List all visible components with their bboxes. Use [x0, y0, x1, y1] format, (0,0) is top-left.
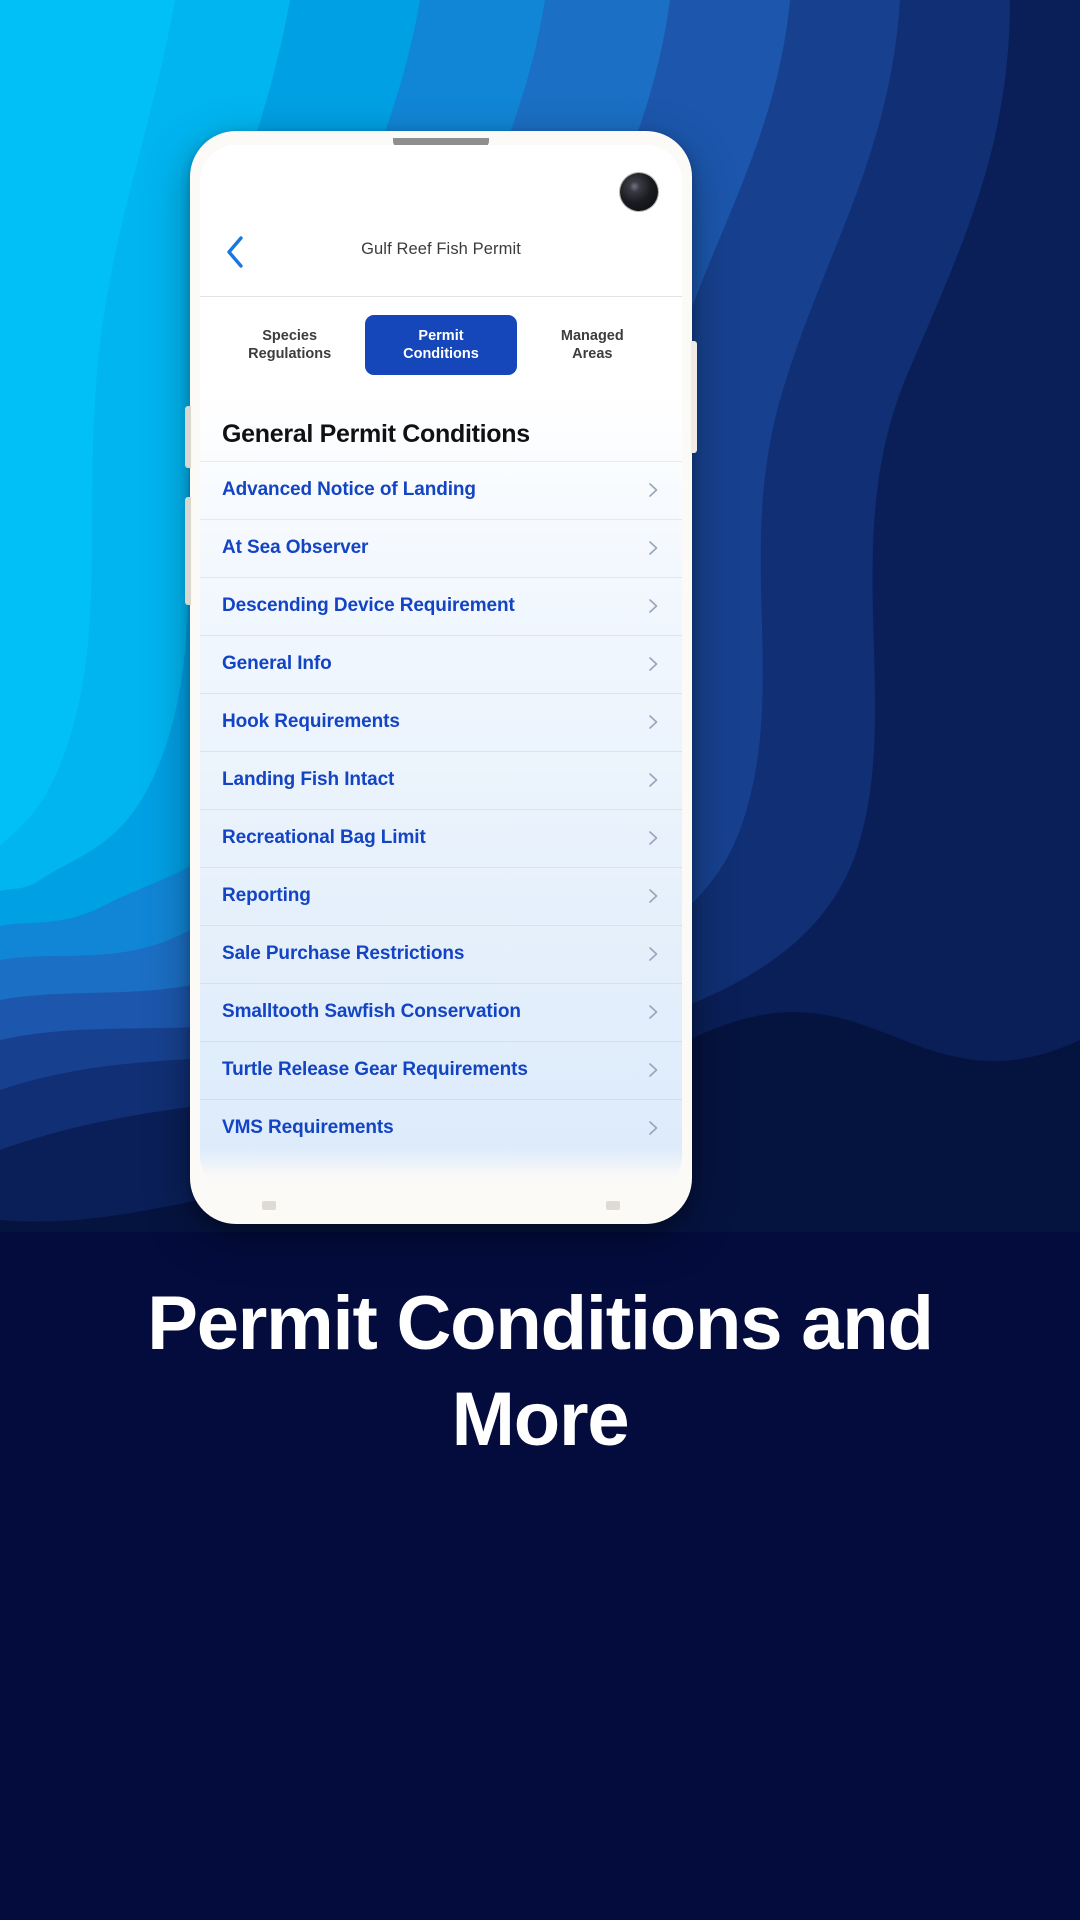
list-item-label: General Info [222, 652, 332, 674]
tab-permit-conditions[interactable]: Permit Conditions [365, 314, 517, 376]
list-item[interactable]: Smalltooth Sawfish Conservation [200, 982, 682, 1041]
chevron-right-icon [644, 655, 662, 673]
list-item-label: Smalltooth Sawfish Conservation [222, 1000, 521, 1022]
list-item[interactable]: General Info [200, 634, 682, 693]
list-item[interactable]: Reporting [200, 866, 682, 925]
phone-volume-down-button[interactable] [185, 497, 191, 605]
chevron-right-icon [644, 771, 662, 789]
list-item[interactable]: Advanced Notice of Landing [200, 461, 682, 519]
chevron-right-icon [644, 481, 662, 499]
phone-bottom-mark-right [606, 1201, 620, 1210]
app-header: Gulf Reef Fish Permit [200, 145, 682, 297]
tab-managed-areas[interactable]: Managed Areas [517, 315, 668, 375]
chevron-right-icon [644, 945, 662, 963]
camera-lens-icon [620, 173, 658, 211]
list-item-label: Reporting [222, 884, 311, 906]
tab-bar: Species Regulations Permit Conditions Ma… [200, 298, 682, 392]
phone-bottom-mark-left [262, 1201, 276, 1210]
list-item-label: Sale Purchase Restrictions [222, 942, 465, 964]
caption-text: Permit Conditions and More [147, 1281, 934, 1462]
list-item-label: Advanced Notice of Landing [222, 479, 476, 500]
chevron-right-icon [644, 597, 662, 615]
phone-power-button[interactable] [691, 341, 697, 453]
list-item[interactable]: Descending Device Requirement [200, 576, 682, 635]
list-item[interactable]: Landing Fish Intact [200, 750, 682, 809]
list-item-label: VMS Requirements [222, 1116, 394, 1138]
phone-volume-up-button[interactable] [185, 406, 191, 468]
list-item[interactable]: Recreational Bag Limit [200, 808, 682, 867]
chevron-right-icon [644, 1061, 662, 1079]
chevron-right-icon [644, 713, 662, 731]
phone-screen: Gulf Reef Fish Permit Species Regulation… [200, 145, 682, 1192]
chevron-right-icon [644, 1119, 662, 1137]
permit-conditions-list[interactable]: General Permit Conditions Advanced Notic… [200, 392, 682, 1192]
list-item[interactable]: Sale Purchase Restrictions [200, 924, 682, 983]
list-item-label: Descending Device Requirement [222, 594, 515, 616]
chevron-right-icon [644, 539, 662, 557]
app-root: Gulf Reef Fish Permit Species Regulation… [0, 0, 1080, 1920]
list-item-label: Recreational Bag Limit [222, 826, 426, 848]
list-item-label: At Sea Observer [222, 536, 369, 558]
list-item[interactable]: Turtle Release Gear Requirements [200, 1040, 682, 1099]
list-item-label: Landing Fish Intact [222, 768, 395, 790]
list-item-label: Turtle Release Gear Requirements [222, 1058, 528, 1080]
phone-mockup: Gulf Reef Fish Permit Species Regulation… [185, 131, 697, 1224]
list-item[interactable]: Hook Requirements [200, 692, 682, 751]
section-title: General Permit Conditions [222, 420, 530, 448]
page-title: Gulf Reef Fish Permit [361, 240, 521, 258]
list-item[interactable]: At Sea Observer [200, 518, 682, 577]
tab-species-regulations[interactable]: Species Regulations [214, 315, 365, 375]
list-item-label: Hook Requirements [222, 710, 400, 732]
chevron-right-icon [644, 887, 662, 905]
chevron-right-icon [644, 1003, 662, 1021]
list-item[interactable]: VMS Requirements [200, 1098, 682, 1157]
chevron-right-icon [644, 829, 662, 847]
